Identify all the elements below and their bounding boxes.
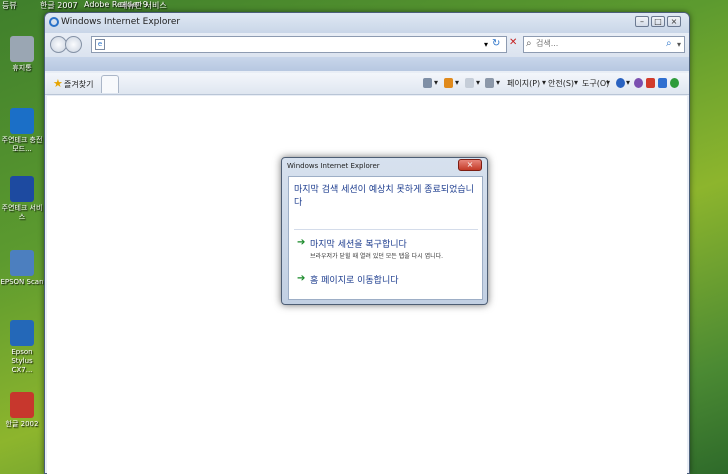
desktop-icon-epson-stylus[interactable]: Epson Stylus CX7... <box>0 320 44 375</box>
search-dropdown-icon[interactable]: ▾ <box>677 40 681 49</box>
recovery-dialog: Windows Internet Explorer × 마지막 검색 세션이 예… <box>281 157 488 305</box>
go-home-title: 홈 페이지로 이동합니다 <box>310 276 399 286</box>
safety-menu-dropdown-icon[interactable]: ▾ <box>574 78 578 87</box>
print-icon[interactable] <box>485 78 494 88</box>
scanner-icon <box>10 250 34 276</box>
desktop-label: 등뷰 <box>2 1 17 10</box>
desktop-label: 한글 2007 <box>40 1 78 10</box>
forward-button[interactable] <box>65 36 82 53</box>
green-arrow-icon: ➔ <box>297 273 306 284</box>
desktop-icon-label: 주연테크 충전모드... <box>1 136 43 153</box>
dialog-message: 마지막 검색 세션이 예상치 못하게 종료되었습니다 <box>294 185 474 208</box>
desktop-icon-service[interactable]: 주연테크 서비스 <box>0 176 44 222</box>
favorites-label[interactable]: 즐겨찾기 <box>64 79 93 90</box>
window-title: Windows Internet Explorer <box>61 17 181 27</box>
search-icon: ⌕ <box>526 38 532 49</box>
service-icon <box>10 176 34 202</box>
printer-icon <box>10 320 34 346</box>
desktop-icon-epson-scan[interactable]: EPSON Scan <box>0 250 44 287</box>
desktop-icon-charge-mode[interactable]: 주연테크 충전모드... <box>0 108 44 154</box>
research-icon[interactable] <box>634 78 643 88</box>
command-bar: ★ 즐겨찾기 ▾ ▾ ▾ ▾ 페이지(P) ▾ 안전(S) ▾ 도구(O) ▾ … <box>45 73 689 95</box>
restore-session-option[interactable]: ➔ 마지막 세션을 복구합니다 브라우저가 닫힐 때 열려 있던 모든 탭을 다… <box>297 237 477 267</box>
print-dropdown-icon[interactable]: ▾ <box>496 78 500 87</box>
tab-blank[interactable] <box>101 75 119 93</box>
help-icon[interactable] <box>616 78 625 88</box>
home-icon[interactable] <box>423 78 432 88</box>
dialog-body: 마지막 검색 세션이 예상치 못하게 종료되었습니다 ➔ 마지막 세션을 복구합… <box>288 176 483 300</box>
search-box[interactable]: ⌕ ⌕ ▾ <box>523 36 685 53</box>
recycle-bin-icon <box>10 36 34 62</box>
close-button[interactable]: × <box>667 16 681 27</box>
help-dropdown-icon[interactable]: ▾ <box>626 78 630 87</box>
page-menu[interactable]: 페이지(P) <box>507 78 540 89</box>
mail-icon[interactable] <box>465 78 474 88</box>
search-input[interactable] <box>536 39 656 48</box>
tools-menu-dropdown-icon[interactable]: ▾ <box>606 78 610 87</box>
mail-dropdown-icon[interactable]: ▾ <box>476 78 480 87</box>
home-dropdown-icon[interactable]: ▾ <box>434 78 438 87</box>
ie-logo-icon <box>49 17 59 27</box>
go-home-option[interactable]: ➔ 홈 페이지로 이동합니다 <box>297 273 477 289</box>
links-strip <box>45 57 689 71</box>
navigation-bar: e ▾ ↻ ✕ ⌕ ⌕ ▾ <box>45 33 689 57</box>
desktop-icon-label: 한글 2002 <box>5 420 39 428</box>
help-icon <box>10 108 34 134</box>
maximize-button[interactable]: □ <box>651 16 665 27</box>
desktop-icon-label: 휴지통 <box>12 64 32 72</box>
address-dropdown-icon[interactable]: ▾ <box>484 39 488 51</box>
desktop-icon-label: Epson Stylus CX7... <box>11 348 33 374</box>
dialog-title: Windows Internet Explorer <box>287 162 380 170</box>
favorites-star-icon[interactable]: ★ <box>53 77 63 90</box>
page-icon: e <box>95 39 105 50</box>
messenger-icon[interactable] <box>658 78 667 88</box>
desktop-icon-hangul-2002[interactable]: 한글 2002 <box>0 392 44 429</box>
desktop-icon-recycle-bin[interactable]: 휴지통 <box>0 36 44 73</box>
page-menu-dropdown-icon[interactable]: ▾ <box>542 78 546 87</box>
title-bar[interactable]: Windows Internet Explorer – □ × <box>45 13 689 33</box>
desktop-icon-label: EPSON Scan <box>0 278 44 286</box>
green-arrow-icon: ➔ <box>297 237 306 248</box>
refresh-icon[interactable]: ↻ <box>492 38 500 50</box>
hangul-icon <box>10 392 34 418</box>
minimize-button[interactable]: – <box>635 16 649 27</box>
restore-session-desc: 브라우저가 닫힐 때 열려 있던 모든 탭을 다시 엽니다. <box>310 253 444 260</box>
stop-icon[interactable]: ✕ <box>509 37 517 49</box>
green-addon-icon[interactable] <box>670 78 679 88</box>
desktop-icon-label: 주연테크 서비스 <box>1 204 43 221</box>
blog-icon[interactable] <box>646 78 655 88</box>
address-bar[interactable]: e ▾ ↻ <box>91 36 507 53</box>
feeds-icon[interactable] <box>444 78 453 88</box>
dialog-close-button[interactable]: × <box>458 159 482 171</box>
safety-menu[interactable]: 안전(S) <box>548 78 574 89</box>
restore-session-title: 마지막 세션을 복구합니다 <box>310 240 407 250</box>
feeds-dropdown-icon[interactable]: ▾ <box>455 78 459 87</box>
desktop-label: 메뉴판 서비스 <box>120 1 167 10</box>
search-button-icon[interactable]: ⌕ <box>666 38 672 49</box>
dialog-divider <box>294 229 478 230</box>
